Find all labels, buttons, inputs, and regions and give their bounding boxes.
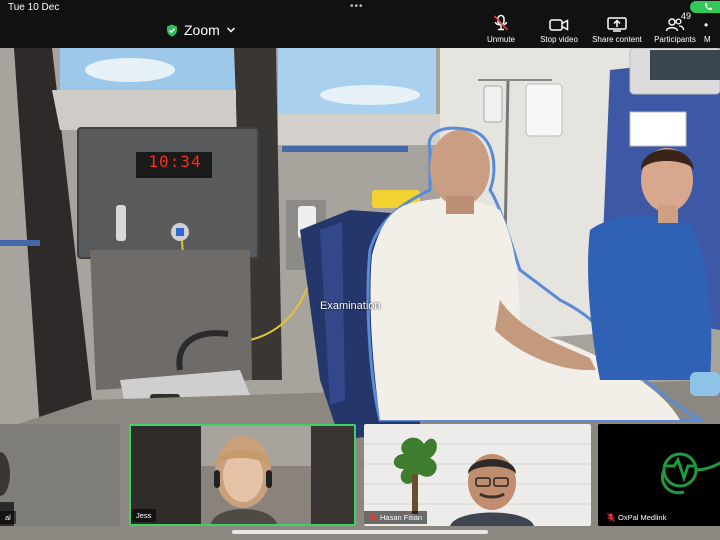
muted-microphone-icon — [369, 513, 377, 522]
participant-tile-hasan-fitian[interactable]: Hasan Fitian — [364, 424, 591, 526]
more-button[interactable]: • M — [704, 14, 720, 44]
digital-clock: 10:34 — [148, 152, 202, 171]
nurse-scrubs — [588, 215, 712, 380]
stop-video-label: Stop video — [540, 35, 578, 44]
participant-tile-oxpal-medlink[interactable]: OxPal Medlink — [598, 424, 720, 526]
stop-video-button[interactable]: Stop video — [530, 14, 588, 44]
meeting-toolbar: Unmute Stop video Share content 49 Parti… — [472, 11, 720, 44]
muted-microphone-icon — [607, 513, 615, 522]
status-time: Tue 10 Dec — [8, 2, 60, 13]
participants-label: Participants — [654, 35, 696, 44]
more-label: M — [704, 35, 711, 44]
participant-name: Jess — [136, 511, 152, 520]
muted-microphone-icon — [493, 14, 509, 31]
share-content-button[interactable]: Share content — [588, 14, 646, 44]
video-feed — [0, 424, 120, 526]
share-content-label: Share content — [592, 35, 642, 44]
encryption-shield-icon — [167, 24, 177, 36]
participant-name: al — [5, 513, 11, 522]
patient-head — [430, 130, 490, 206]
participant-name: Hasan Fitian — [380, 513, 423, 522]
unmute-label: Unmute — [486, 35, 515, 44]
meeting-title-dropdown[interactable]: Zoom — [166, 20, 236, 40]
home-indicator[interactable] — [232, 530, 488, 534]
participant-name: OxPal Medlink — [618, 513, 667, 522]
more-icon: • — [704, 18, 709, 32]
unmute-button[interactable]: Unmute — [472, 14, 530, 44]
participant-tile-al[interactable]: al — [0, 424, 120, 526]
video-camera-icon — [549, 19, 569, 31]
meeting-header: Tue 10 Dec ••• Zoom Unmute Stop video Sh… — [0, 0, 720, 48]
participant-tile-jess[interactable]: Jess — [129, 424, 356, 526]
share-screen-icon — [607, 17, 627, 32]
wall-panel — [77, 127, 259, 259]
examination-label[interactable]: Examination — [320, 300, 381, 312]
participant-name-tag: OxPal Medlink — [602, 511, 672, 524]
participant-name-tag: al — [0, 511, 16, 524]
chevron-down-icon — [226, 27, 235, 33]
iv-bag — [525, 83, 563, 137]
participant-name-tag: Jess — [131, 509, 157, 522]
active-call-indicator[interactable] — [690, 1, 720, 13]
phone-icon — [704, 3, 712, 11]
participant-name-tag: Hasan Fitian — [364, 511, 428, 524]
app-title: Zoom — [184, 22, 220, 38]
participant-count-badge: 49 — [681, 11, 692, 21]
participants-button[interactable]: 49 Participants — [646, 11, 704, 44]
video-feed — [131, 426, 354, 524]
multitasking-dots[interactable]: ••• — [350, 1, 364, 12]
